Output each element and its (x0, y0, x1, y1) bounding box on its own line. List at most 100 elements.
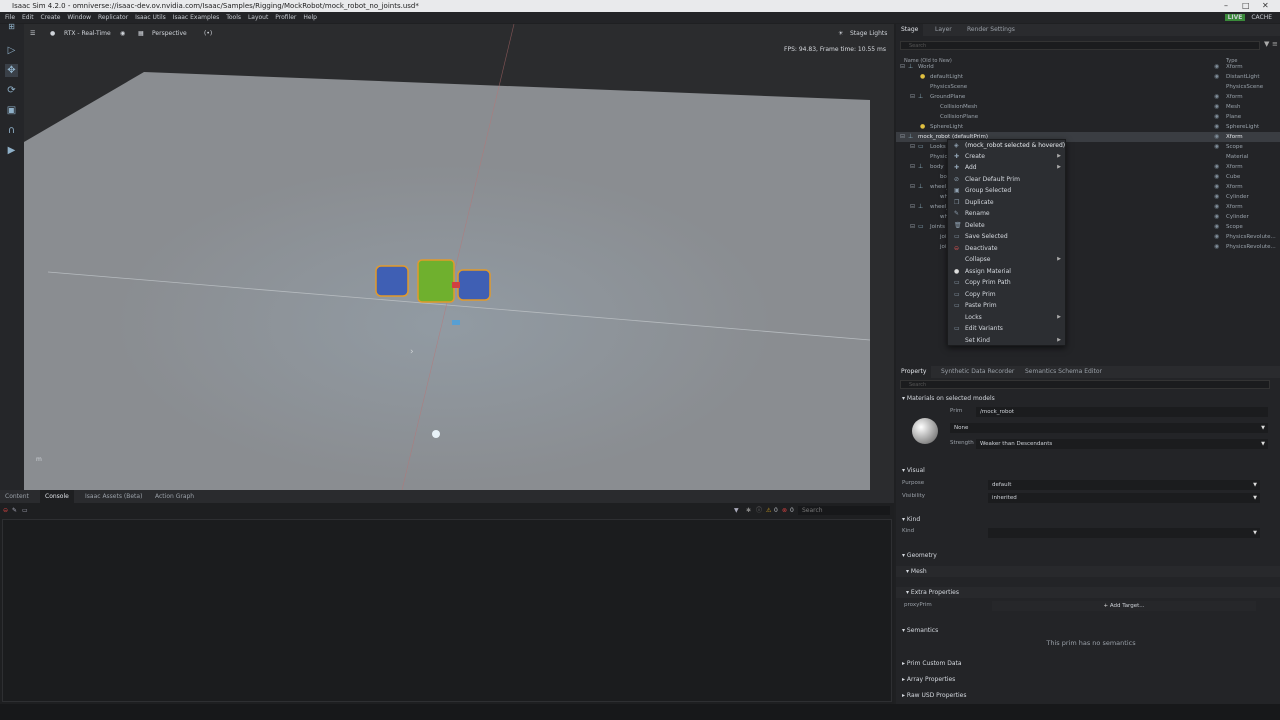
camera-selector[interactable]: Perspective (152, 26, 187, 42)
audio-icon[interactable]: (•) (204, 26, 212, 42)
live-badge[interactable]: LIVE (1224, 14, 1246, 21)
renderer-icon[interactable]: ● (50, 26, 55, 42)
stage-search[interactable]: Search (900, 41, 1260, 50)
menu-isaac-utils[interactable]: Isaac Utils (135, 14, 166, 21)
console-search[interactable]: Search (798, 506, 890, 515)
camera-icon[interactable]: ▦ (138, 26, 144, 42)
tree-row[interactable]: ⊟ ⊥ GroundPlane ◉ Xform (896, 92, 1280, 102)
tab-property[interactable]: Property (896, 366, 932, 378)
strength-dropdown[interactable]: Weaker than Descendants ▼ (976, 439, 1268, 449)
tab-layer[interactable]: Layer (930, 24, 957, 36)
tree-row[interactable]: PhysicsScene PhysicsScene (896, 82, 1280, 92)
menu-item-copy-prim[interactable]: ▭ Copy Prim (948, 289, 1065, 300)
clear-icon[interactable]: ⊖ (3, 505, 8, 517)
tab-console[interactable]: Console (40, 490, 74, 503)
tab-synthetic-data-recorder[interactable]: Synthetic Data Recorder (936, 366, 1019, 378)
tab-semantics-schema-editor[interactable]: Semantics Schema Editor (1020, 366, 1107, 378)
menu-item-copy-prim-path[interactable]: ▭ Copy Prim Path (948, 277, 1065, 288)
tree-row[interactable]: CollisionPlane ◉ Plane (896, 112, 1280, 122)
menu-help[interactable]: Help (303, 14, 317, 21)
folder-icon[interactable]: ▭ (22, 505, 28, 517)
play-icon[interactable]: ▶ (5, 144, 18, 157)
cache-label[interactable]: CACHE (1251, 14, 1272, 21)
renderer-selector[interactable]: RTX - Real-Time (64, 26, 111, 42)
menu-item-collapse[interactable]: Collapse ▶ (948, 254, 1065, 265)
menu-item-locks[interactable]: Locks ▶ (948, 312, 1065, 323)
select-icon[interactable]: ▷ (5, 44, 18, 57)
maximize-button[interactable]: □ (1242, 0, 1250, 12)
edit-icon[interactable]: ✎ (12, 505, 17, 517)
geometry-section-header[interactable]: ▾ Geometry (896, 550, 1280, 561)
options-icon[interactable]: ≡ (1272, 40, 1278, 48)
menu-item-clear-default-prim[interactable]: ⊘ Clear Default Prim (948, 174, 1065, 185)
menu-isaac-examples[interactable]: Isaac Examples (173, 14, 220, 21)
filter-icon[interactable]: ▼ (1264, 40, 1269, 48)
stage-lights-selector[interactable]: Stage Lights (850, 26, 887, 42)
menu-item-rename[interactable]: ✎ Rename (948, 208, 1065, 219)
minimize-button[interactable]: – (1224, 0, 1228, 12)
verbose-icon[interactable]: ✱ (746, 505, 751, 517)
light-icon[interactable]: ☀ (838, 26, 843, 42)
kind-section-header[interactable]: ▾ Kind (896, 514, 1280, 525)
close-button[interactable]: ✕ (1262, 0, 1269, 12)
tab-content[interactable]: Content (0, 490, 34, 503)
prim-custom-data-header[interactable]: ▸ Prim Custom Data (896, 658, 1280, 669)
menu-profiler[interactable]: Profiler (275, 14, 296, 21)
menu-item-save-selected[interactable]: ▭ Save Selected (948, 231, 1065, 242)
purpose-label: Purpose (902, 480, 925, 486)
tree-row[interactable]: CollisionMesh ◉ Mesh (896, 102, 1280, 112)
menu-item-group-selected[interactable]: ▣ Group Selected (948, 185, 1065, 196)
kind-dropdown[interactable]: ▼ (988, 528, 1260, 538)
menu-item-set-kind[interactable]: Set Kind ▶ (948, 335, 1065, 346)
menu-item-deactivate[interactable]: ⊖ Deactivate (948, 243, 1065, 254)
console-log[interactable] (2, 519, 892, 702)
filter-icon[interactable]: ▼ (734, 505, 739, 517)
tab-action-graph[interactable]: Action Graph (150, 490, 199, 503)
menu-create[interactable]: Create (41, 14, 61, 21)
chevron-down-icon: ▼ (1261, 425, 1265, 431)
hamburger-icon[interactable]: ☰ (30, 26, 35, 42)
add-target-button[interactable]: + Add Target... (992, 601, 1256, 611)
menu-edit[interactable]: Edit (22, 14, 34, 21)
tab-render-settings[interactable]: Render Settings (962, 24, 1020, 36)
visual-section-header[interactable]: ▾ Visual (896, 465, 1280, 476)
menu-replicator[interactable]: Replicator (98, 14, 128, 21)
extra-properties-header[interactable]: ▾ Extra Properties (896, 587, 1280, 598)
tree-row[interactable]: ⊟ ⊥ World ◉ Xform (896, 62, 1280, 72)
purpose-dropdown[interactable]: default ▼ (988, 480, 1260, 490)
menu-layout[interactable]: Layout (248, 14, 268, 21)
menu-item-add[interactable]: ✚ Add ▶ (948, 162, 1065, 173)
tree-row[interactable]: ● SphereLight ◉ SphereLight (896, 122, 1280, 132)
menu-tools[interactable]: Tools (226, 14, 241, 21)
camera-eye-icon[interactable]: ◉ (120, 26, 125, 42)
property-search[interactable]: Search (900, 380, 1270, 389)
viewport[interactable]: › m FPS: 94.83, Frame time: 10.55 ms (24, 24, 894, 490)
menu-item-edit-variants[interactable]: ▭ Edit Variants (948, 323, 1065, 334)
visibility-dropdown[interactable]: inherited ▼ (988, 493, 1260, 503)
tab-isaac-assets[interactable]: Isaac Assets (Beta) (80, 490, 147, 503)
array-properties-header[interactable]: ▸ Array Properties (896, 674, 1280, 685)
grid-icon[interactable]: ⊞ (5, 20, 18, 33)
raw-usd-properties-header[interactable]: ▸ Raw USD Properties (896, 690, 1280, 701)
tab-stage[interactable]: Stage (896, 24, 924, 36)
menu-item-duplicate[interactable]: ❐ Duplicate (948, 197, 1065, 208)
snap-icon[interactable]: ∩ (5, 124, 18, 137)
scale-icon[interactable]: ▣ (5, 104, 18, 117)
rotate-icon[interactable]: ⟳ (5, 84, 18, 97)
menu-item-create[interactable]: ✚ Create ▶ (948, 151, 1065, 162)
materials-section-header[interactable]: ▾ Materials on selected models (896, 393, 1280, 404)
material-dropdown[interactable]: None ▼ (950, 423, 1268, 433)
error-icon[interactable]: ⊗ (782, 505, 787, 517)
menu-window[interactable]: Window (67, 14, 91, 21)
move-icon[interactable]: ✥ (5, 64, 18, 77)
warning-icon[interactable]: ⚠ (766, 505, 771, 517)
info-icon[interactable]: ⓘ (756, 505, 762, 517)
menu-item-delete[interactable]: 🗑 Delete (948, 220, 1065, 231)
prim-path-field[interactable]: /mock_robot (976, 407, 1268, 417)
semantics-section-header[interactable]: ▾ Semantics (896, 625, 1280, 636)
tree-row[interactable]: ● defaultLight ◉ DistantLight (896, 72, 1280, 82)
menu-item-paste-prim[interactable]: ▭ Paste Prim (948, 300, 1065, 311)
mesh-section-header[interactable]: ▾ Mesh (896, 566, 1280, 577)
menu-item-assign-material[interactable]: ● Assign Material (948, 266, 1065, 277)
sphere-light-gizmo[interactable] (432, 430, 440, 438)
